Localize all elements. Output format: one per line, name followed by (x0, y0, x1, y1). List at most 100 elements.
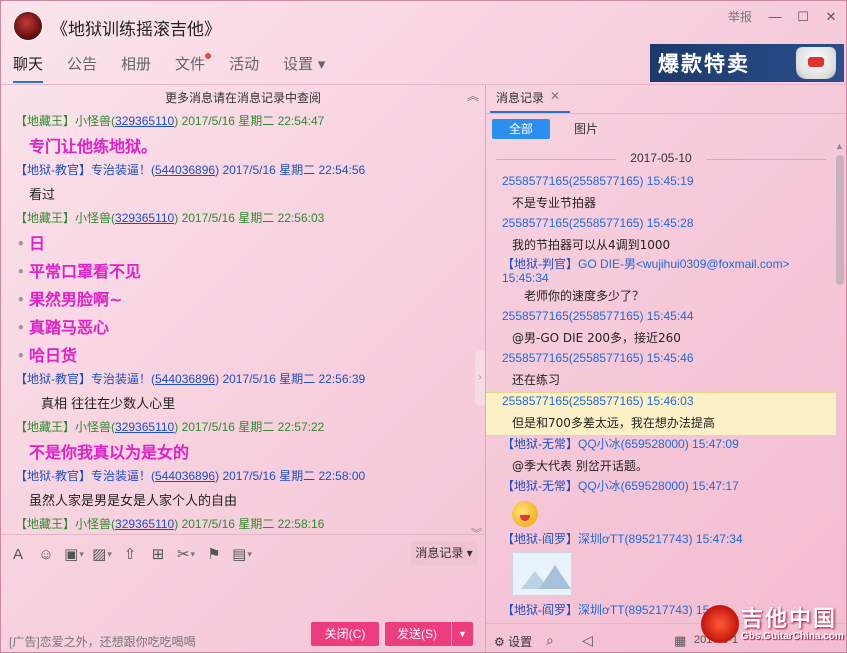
history-scrollbar[interactable] (836, 155, 844, 285)
history-meta: 2558577165(2558577165) 15:45:19 (486, 173, 836, 194)
role-tag: 【地藏王】 (15, 517, 76, 531)
minimize-icon[interactable]: — (764, 7, 786, 27)
gift-icon[interactable]: ⊞ (149, 545, 167, 563)
screen-share-icon[interactable]: ▤ (232, 545, 251, 563)
group-title[interactable]: 《地狱训练摇滚吉他》 (51, 15, 221, 40)
sender-name[interactable]: 小怪兽 (75, 420, 111, 434)
sender-qq-link[interactable]: 544036896 (155, 469, 215, 483)
sender-name[interactable]: 专治装逼！ (91, 163, 151, 177)
tab-activity[interactable]: 活动 (217, 53, 271, 83)
history-meta: 2558577165(2558577165) 15:46:03 (486, 393, 836, 414)
message-meta: 【地藏王】小怪兽(329365110) 2017/5/16 星期二 22:54:… (15, 114, 325, 128)
history-sender-time[interactable]: QQ小冰(659528000) 15:47:09 (578, 437, 739, 451)
input-divider (1, 534, 485, 535)
sender-name[interactable]: 小怪兽 (75, 517, 111, 531)
history-text: 但是和700多差太远，我在想办法提高 (512, 416, 715, 430)
history-settings-button[interactable]: ⚙ 设置 (494, 633, 532, 650)
history-sender-time[interactable]: QQ小冰(659528000) 15:47:17 (578, 479, 739, 493)
history-meta: 【地狱-无常】QQ小冰(659528000) 15:47:17 (486, 478, 836, 499)
image-icon[interactable]: ▨ (92, 545, 111, 563)
message-text: 专门让他练地狱。 (29, 137, 158, 156)
ad-text-link[interactable]: [广告]恋爱之外，还想跟你吃吃喝喝 (9, 633, 196, 650)
history-entry[interactable]: 【地狱-判官】GO DIE-男<wujihui0309@foxmail.com>… (486, 257, 836, 308)
tab-announcement[interactable]: 公告 (55, 53, 109, 83)
history-entry[interactable]: 2558577165(2558577165) 15:45:28 我的节拍器可以从4… (486, 215, 836, 257)
sticker-emoji-icon[interactable] (512, 501, 538, 527)
sender-qq-link[interactable]: 329365110 (115, 114, 174, 128)
history-entry[interactable]: 2558577165(2558577165) 15:45:19 不是专业节拍器 (486, 173, 836, 215)
history-meta: 【地狱-判官】GO DIE-男<wujihui0309@foxmail.com>… (486, 257, 836, 287)
image-placeholder-icon[interactable] (512, 552, 572, 596)
gif-icon[interactable]: ▣ (64, 545, 83, 563)
search-icon[interactable]: ⌕ (546, 632, 554, 649)
role-tag: 【地藏王】 (15, 420, 76, 434)
tab-album[interactable]: 相册 (109, 53, 163, 83)
history-sender-time[interactable]: 深圳ơTT(895217743) 15:47:34 (578, 532, 743, 546)
calendar-icon[interactable]: ▦ (674, 633, 686, 649)
history-entry[interactable]: 2558577165(2558577165) 15:46:03 但是和700多差太… (486, 392, 836, 436)
role-tag: 【地狱-阎罗】 (502, 532, 578, 546)
message-text: 真相 往往在少数人心里 (41, 397, 176, 412)
emoji-icon[interactable]: ☺ (37, 545, 55, 563)
date-label: 2017-05-10 (630, 151, 692, 165)
close-button[interactable]: 关闭(C) (311, 622, 379, 646)
message-meta: 【地狱-教官】专治装逼！(544036896) 2017/5/16 星期二 22… (15, 163, 366, 177)
sender-qq-link[interactable]: 329365110 (115, 420, 174, 434)
message-meta: 【地藏王】小怪兽(329365110) 2017/5/16 星期二 22:58:… (15, 517, 325, 531)
history-sender-time[interactable]: 2558577165(2558577165) 15:45:44 (502, 309, 694, 323)
previous-icon[interactable]: ◁ (582, 632, 593, 649)
sender-qq-link[interactable]: 544036896 (155, 372, 215, 386)
filter-all-button[interactable]: 全部 (492, 119, 550, 139)
report-button[interactable]: 举报 (728, 7, 758, 27)
more-messages-hint[interactable]: 更多消息请在消息记录中查阅 (1, 89, 485, 106)
history-entry[interactable]: 2558577165(2558577165) 15:45:44 @男-GO DIE… (486, 308, 836, 350)
tab-files[interactable]: 文件 (163, 53, 217, 83)
history-entry[interactable]: 【地狱-无常】QQ小冰(659528000) 15:47:17 (486, 478, 836, 527)
maximize-icon[interactable]: ☐ (792, 7, 814, 27)
message-time: 2017/5/16 星期二 22:58:16 (181, 517, 325, 531)
group-avatar[interactable] (13, 11, 43, 41)
tab-settings[interactable]: 设置 ▾ (271, 53, 337, 83)
close-icon[interactable]: ✕ (820, 7, 842, 27)
history-sender-time[interactable]: 2558577165(2558577165) 15:45:46 (502, 351, 694, 365)
role-tag: 【地狱-教官】 (15, 163, 91, 177)
history-entry[interactable]: 2558577165(2558577165) 15:45:46 还在练习 (486, 350, 836, 392)
history-tab[interactable]: 消息记录 (496, 89, 544, 106)
upload-icon[interactable]: ⇧ (121, 545, 139, 563)
sender-qq-link[interactable]: 329365110 (115, 517, 174, 531)
sender-qq-link[interactable]: 544036896 (155, 163, 215, 177)
font-icon[interactable]: A (9, 545, 27, 563)
chevrons-down-icon[interactable]: ︾ (471, 525, 482, 533)
message-text: 日 (15, 231, 475, 259)
history-sender-time[interactable]: 2558577165(2558577165) 15:45:19 (502, 174, 694, 188)
sender-name[interactable]: 专治装逼！ (91, 469, 151, 483)
message-text: 真踏马恶心 (15, 315, 475, 343)
message-text: 不是你我真以为是女的 (29, 443, 190, 462)
history-sender-time[interactable]: 2558577165(2558577165) 15:46:03 (502, 394, 694, 408)
message-history-button[interactable]: 消息记录 ▾ (411, 541, 477, 565)
panel-toggle-handle[interactable]: › (475, 351, 485, 405)
tab-bar: 聊天 公告 相册 文件 活动 设置 ▾ (1, 53, 337, 83)
history-entry[interactable]: 【地狱-无常】QQ小冰(659528000) 15:47:09 @季大代表 别岔开… (486, 436, 836, 478)
chevrons-up-icon[interactable]: ︽ (467, 87, 479, 104)
message-meta: 【地狱-教官】专治装逼！(544036896) 2017/5/16 星期二 22… (15, 469, 366, 483)
history-sender-time[interactable]: 2558577165(2558577165) 15:45:28 (502, 216, 694, 230)
sender-qq-link[interactable]: 329365110 (115, 211, 174, 225)
history-sender-time[interactable]: 深圳ơTT(895217743) 15:4 (578, 603, 719, 617)
ad-banner[interactable]: 爆款特卖 (650, 44, 844, 82)
message-text: 果然男脸啊~ (15, 287, 475, 315)
message-time: 2017/5/16 星期二 22:56:39 (222, 372, 366, 386)
send-button[interactable]: 发送(S) ▼ (385, 622, 473, 646)
shake-icon[interactable]: ⚑ (205, 545, 223, 563)
filter-pictures-button[interactable]: 图片 (574, 120, 598, 138)
scroll-up-icon[interactable]: ▲ (835, 141, 844, 151)
history-entry[interactable]: 【地狱-阎罗】深圳ơTT(895217743) 15:47:34 (486, 531, 836, 596)
sender-name[interactable]: 小怪兽 (75, 114, 111, 128)
history-tab-close-icon[interactable]: ✕ (550, 89, 560, 103)
sender-name[interactable]: 小怪兽 (75, 211, 111, 225)
sender-name[interactable]: 专治装逼！ (91, 372, 151, 386)
tab-chat[interactable]: 聊天 (1, 53, 55, 83)
message-time: 2017/5/16 星期二 22:54:47 (181, 114, 325, 128)
send-options-icon[interactable]: ▼ (451, 622, 473, 646)
scissors-icon[interactable]: ✂ (177, 545, 195, 563)
